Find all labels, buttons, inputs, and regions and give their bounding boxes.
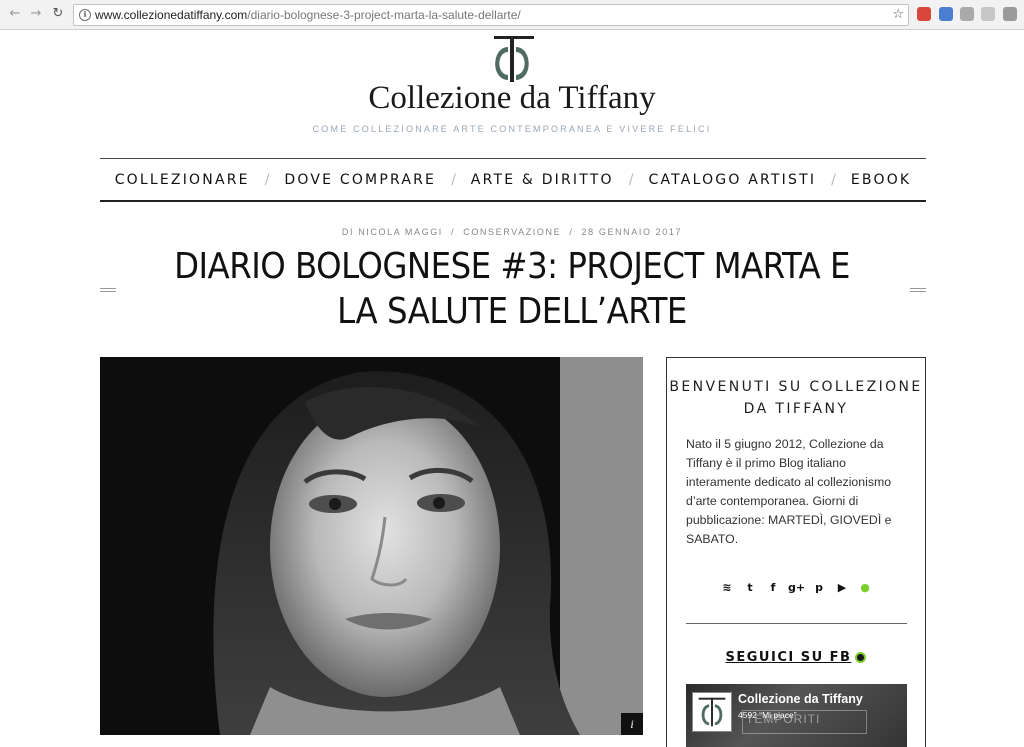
url-host: www.collezionedatiffany.com [95,8,248,22]
title-dash-left [100,288,116,292]
extension-icon-3[interactable] [960,7,974,21]
post-author[interactable]: DI NICOLA MAGGI [342,227,443,237]
fb-logo-right-curve [714,704,723,726]
logo-left-curve [495,47,508,80]
more-icon[interactable]: ● [857,580,873,596]
extension-icon-5[interactable] [1003,7,1017,21]
fb-logo-stem [711,697,713,727]
url-text[interactable]: www.collezionedatiffany.com/diario-bolog… [95,8,521,23]
logo-right-curve [516,47,529,80]
title-dash-right [910,288,926,292]
sidebar-widget: BENVENUTI SU COLLEZIONE DA TIFFANY Nato … [666,357,926,747]
browser-toolbar: ← → ↻ i www.collezionedatiffany.com/diar… [0,0,1024,30]
sidebar-divider [686,623,907,624]
fb-page-logo-icon[interactable] [692,692,732,732]
bookmark-star-icon[interactable]: ☆ [892,7,904,22]
tagline: COME COLLEZIONARE ARTE CONTEMPORANEA E V… [312,124,712,134]
nav-item-catalogo-artisti[interactable]: CATALOGO ARTISTI [646,172,818,188]
logo-stem [510,36,514,82]
fb-page-name[interactable]: Collezione da Tiffany [738,692,863,706]
logo-icon[interactable] [486,35,542,85]
nav-separator: / [451,171,456,188]
photo-right-pupil [433,497,445,509]
nav-item-ebook[interactable]: EBOOK [849,172,913,188]
post-meta: DI NICOLA MAGGI / CONSERVAZIONE / 28 GEN… [0,227,1024,237]
nav-separator: / [264,171,270,188]
fb-section-title: SEGUICI SU FB [667,650,925,665]
nav-separator: / [831,171,836,188]
portrait-photo [100,357,643,735]
meta-separator: / [569,227,574,237]
back-icon[interactable]: ← [6,5,24,23]
fb-likes-count: 4592 “Mi piace” [738,710,797,720]
main-navigation: COLLEZIONARE / DOVE COMPRARE / ARTE & DI… [100,158,926,202]
facebook-page-widget[interactable]: TEMPORITI Collezione da Tiffany 4592 “Mi… [686,684,907,747]
extension-icon-1[interactable] [917,7,931,21]
photo-left-pupil [329,498,341,510]
site-title[interactable]: Collezione da Tiffany [0,80,1024,117]
nav-item-dove-comprare[interactable]: DOVE COMPRARE [282,172,438,188]
meta-separator: / [451,227,456,237]
facebook-icon[interactable]: f [765,580,781,596]
post-category[interactable]: CONSERVAZIONE [463,227,561,237]
reload-icon[interactable]: ↻ [49,5,67,23]
social-links: ≋ t f g+ p ▶ ● [667,580,925,596]
featured-image[interactable]: i [100,357,643,735]
post-date: 28 GENNAIO 2017 [581,227,683,237]
fb-dot-icon [855,652,867,663]
photo-backdrop-right [560,357,643,735]
pinterest-icon[interactable]: p [811,580,827,596]
url-path: /diario-bolognese-3-project-marta-la-sal… [247,8,521,22]
image-info-icon[interactable]: i [621,713,643,735]
youtube-icon[interactable]: ▶ [834,580,850,596]
nav-item-collezionare[interactable]: COLLEZIONARE [113,172,252,188]
photo-face [270,397,500,697]
address-bar[interactable]: i www.collezionedatiffany.com/diario-bol… [73,4,909,26]
rss-icon[interactable]: ≋ [719,580,735,596]
nav-separator: / [628,171,634,188]
twitter-icon[interactable]: t [742,580,758,596]
fb-logo-left-curve [701,704,710,726]
info-icon[interactable]: i [79,9,91,21]
nav-item-arte-diritto[interactable]: ARTE & DIRITTO [469,172,616,188]
welcome-title: BENVENUTI SU COLLEZIONE DA TIFFANY [669,379,923,417]
post-title: DIARIO BOLOGNESE #3: PROJECT MARTA E LA … [174,246,850,332]
welcome-text: Nato il 5 giugno 2012, Collezione da Tif… [686,437,892,546]
fb-title-text: SEGUICI SU FB [725,650,852,665]
extension-icon-4[interactable] [981,7,995,21]
forward-icon[interactable]: → [27,5,45,23]
google-plus-icon[interactable]: g+ [788,580,805,596]
extension-icon-2[interactable] [939,7,953,21]
